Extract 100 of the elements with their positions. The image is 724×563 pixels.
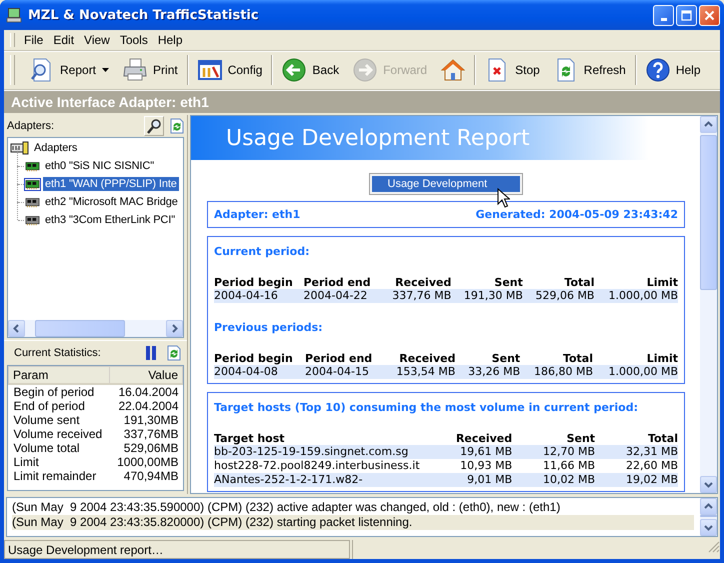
tree-item[interactable]: eth3 "3Com EtherLink PCI" bbox=[43, 213, 178, 227]
table-cell: 9,01 MB bbox=[429, 473, 512, 487]
table-cell-text: 1000,00MB bbox=[116, 455, 180, 469]
section-heading: Target hosts (Top 10) consuming the most volume in current period: bbox=[214, 401, 639, 414]
magnifier-icon bbox=[146, 118, 162, 134]
panel-label: Adapters: bbox=[7, 120, 56, 132]
table-cell-text: 529,06MB bbox=[122, 441, 180, 455]
table-cell: 12,70 MB bbox=[512, 445, 596, 459]
table-cell: 16.04.2004 bbox=[110, 384, 182, 399]
table-cell: 153,54 MB bbox=[382, 365, 456, 379]
caret-icon bbox=[102, 68, 110, 72]
table-cell: 19,61 MB bbox=[429, 445, 512, 459]
tree-item[interactable]: Adapters bbox=[32, 141, 80, 155]
active-adapter-label: Active Interface Adapter: eth1 bbox=[11, 94, 209, 110]
column-header: Period begin bbox=[214, 352, 306, 365]
pause-icon bbox=[145, 345, 157, 361]
table-cell: bb-203-125-19-159.singnet.com.sg bbox=[214, 445, 429, 459]
mouse-cursor-icon bbox=[497, 188, 510, 208]
toolbar-button[interactable]: Refresh bbox=[550, 55, 630, 85]
close-icon bbox=[703, 8, 716, 22]
table-cell-text: Volume received bbox=[12, 427, 104, 441]
column-header[interactable]: Value bbox=[110, 366, 182, 384]
menu-item[interactable]: Edit bbox=[48, 31, 80, 49]
log-entry[interactable]: (Sun May 9 2004 23:43:35.590000) (CPM) (232) active adapter was changed, old : (eth0), new : (eth1) bbox=[12, 500, 694, 515]
generated-label: Generated: 2004-05-09 23:43:42 bbox=[476, 208, 678, 221]
printer-icon bbox=[123, 58, 148, 82]
status-text: Usage Development report… bbox=[4, 540, 350, 559]
adapter-label: Adapter: eth1 bbox=[214, 208, 300, 221]
minimize-icon bbox=[660, 18, 666, 20]
table-cell-text: Limit remainder bbox=[12, 469, 98, 483]
section-heading: Current period: bbox=[214, 245, 310, 258]
close-button[interactable] bbox=[699, 4, 720, 26]
panel-label: Current Statistics: bbox=[14, 347, 102, 359]
column-header: Target host bbox=[214, 432, 429, 445]
table-cell: ANantes-252-1-2-171.w82- bbox=[214, 473, 429, 487]
column-header: Received bbox=[382, 352, 456, 365]
table-cell-text: 470,94MB bbox=[122, 469, 180, 483]
refresh-icon bbox=[169, 118, 185, 134]
log-entry[interactable]: (Sun May 9 2004 23:43:35.820000) (CPM) (232) starting packet listenning. bbox=[12, 515, 694, 530]
table-cell: 2004-04-08 bbox=[214, 365, 306, 379]
maximize-icon bbox=[680, 8, 693, 22]
house-icon bbox=[441, 58, 466, 82]
table-cell: 2004-04-16 bbox=[214, 289, 304, 303]
config-icon bbox=[198, 58, 222, 82]
table-cell: 2004-04-22 bbox=[303, 289, 380, 303]
table-cell: host228-72.pool8249.interbusiness.it bbox=[214, 459, 429, 473]
tree-item[interactable]: eth0 "SiS NIC SISNIC" bbox=[43, 159, 156, 173]
column-header: Total bbox=[595, 432, 678, 445]
vertical-scrollbar[interactable] bbox=[700, 116, 717, 493]
table-cell: 22,60 MB bbox=[595, 459, 678, 473]
menu-item[interactable]: Help bbox=[152, 31, 188, 49]
toolbar-button[interactable]: Print bbox=[119, 55, 182, 85]
column-header: Total bbox=[520, 352, 594, 365]
connector-icon bbox=[10, 141, 30, 155]
horizontal-scrollbar[interactable] bbox=[8, 320, 183, 337]
magnifier-button[interactable] bbox=[144, 116, 164, 136]
column-header[interactable]: Param bbox=[8, 366, 110, 384]
toolbar-button[interactable]: Config bbox=[194, 55, 266, 85]
refresh-icon bbox=[166, 345, 182, 361]
toolbar-button[interactable]: Stop bbox=[481, 55, 544, 85]
section-heading: Previous periods: bbox=[214, 321, 324, 334]
vertical-scrollbar[interactable] bbox=[700, 498, 717, 536]
column-header: Received bbox=[429, 432, 512, 445]
table-cell: 32,31 MB bbox=[595, 445, 678, 459]
usage-development-button[interactable]: Usage Development bbox=[368, 173, 522, 195]
table-cell: 19,02 MB bbox=[595, 473, 678, 487]
app-icon bbox=[6, 7, 22, 23]
tree-item[interactable]: eth2 "Microsoft MAC Bridge bbox=[43, 195, 180, 209]
table-cell: 191,30 MB bbox=[451, 289, 523, 303]
column-header: Period end bbox=[305, 352, 383, 365]
menu-item[interactable]: Tools bbox=[114, 31, 153, 49]
table-cell: 186,80 MB bbox=[520, 365, 594, 379]
column-header: Limit bbox=[593, 352, 678, 365]
table-cell-text: Volume total bbox=[12, 441, 81, 455]
table-cell: 11,66 MB bbox=[512, 459, 596, 473]
table-cell-text: 191,30MB bbox=[122, 413, 180, 427]
minimize-button[interactable] bbox=[653, 4, 674, 26]
menu-item[interactable]: View bbox=[79, 31, 115, 49]
toolbar-button[interactable]: Back bbox=[278, 55, 344, 85]
table-cell: 2004-04-15 bbox=[305, 365, 383, 379]
help-icon bbox=[646, 58, 670, 82]
column-header: Period end bbox=[303, 276, 380, 289]
maximize-button[interactable] bbox=[676, 4, 697, 26]
column-header: Sent bbox=[455, 352, 520, 365]
table-cell-text: Volume sent bbox=[12, 413, 81, 427]
window-title: MZL & Novatech TrafficStatistic bbox=[28, 8, 260, 22]
table-cell-text: 337,76MB bbox=[122, 427, 180, 441]
table-cell: 10,02 MB bbox=[512, 473, 596, 487]
table-cell: 1.000,00 MB bbox=[594, 289, 678, 303]
menu-item[interactable]: File bbox=[19, 31, 48, 49]
table-cell: 529,06 MB bbox=[522, 289, 594, 303]
table-cell-text: Limit bbox=[12, 455, 40, 469]
tree-item[interactable]: eth1 "WAN (PPP/SLIP) Inte bbox=[43, 177, 179, 191]
table-cell: Begin of period bbox=[8, 384, 110, 399]
table-cell-text: End of period bbox=[12, 399, 86, 413]
column-header: Received bbox=[380, 276, 452, 289]
resize-grip-icon bbox=[707, 540, 720, 553]
column-header: Sent bbox=[451, 276, 523, 289]
toolbar-button[interactable]: Report bbox=[26, 55, 114, 85]
toolbar-button[interactable]: Help bbox=[642, 55, 705, 85]
